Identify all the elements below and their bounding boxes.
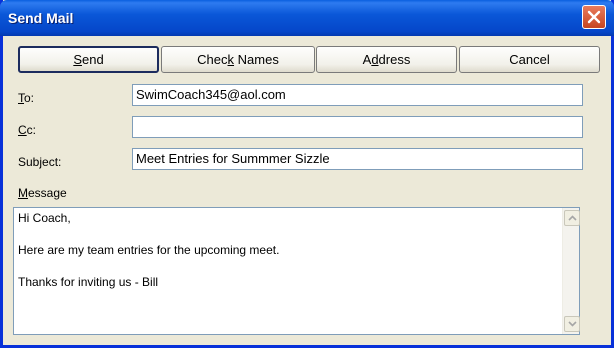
message-textarea[interactable]: Hi Coach, Here are my team entries for t… — [13, 207, 580, 335]
close-button[interactable] — [582, 5, 606, 29]
scroll-down-arrow-icon — [568, 321, 577, 327]
message-line — [18, 226, 556, 242]
cancel-button[interactable]: Cancel — [459, 46, 600, 73]
close-icon — [587, 10, 601, 24]
cc-field[interactable] — [132, 116, 583, 138]
message-line: Hi Coach, — [18, 211, 71, 225]
cc-label: Cc: — [18, 123, 37, 137]
message-line: Here are my team entries for the upcomin… — [18, 243, 280, 257]
address-button[interactable]: Address — [316, 46, 457, 73]
to-label: To: — [18, 91, 35, 105]
to-field[interactable]: SwimCoach345@aol.com — [132, 84, 583, 106]
scroll-up-button[interactable] — [564, 210, 580, 226]
message-label: Message — [18, 186, 67, 200]
title-bar[interactable]: Send Mail — [0, 0, 614, 36]
send-button[interactable]: Send — [18, 46, 159, 73]
message-line: Thanks for inviting us - Bill — [18, 275, 159, 289]
window-title: Send Mail — [8, 10, 74, 26]
send-mail-dialog: Send Mail Send Check Names Address Cance… — [0, 0, 614, 348]
message-scrollbar[interactable] — [562, 208, 580, 334]
message-line — [18, 258, 556, 274]
scroll-down-button[interactable] — [564, 316, 580, 332]
subject-field[interactable]: Meet Entries for Summmer Sizzle — [132, 148, 583, 170]
scroll-up-arrow-icon — [568, 215, 577, 221]
check-names-button[interactable]: Check Names — [161, 46, 315, 73]
message-body: Hi Coach, Here are my team entries for t… — [18, 210, 556, 290]
subject-label: Subject: — [18, 155, 62, 169]
